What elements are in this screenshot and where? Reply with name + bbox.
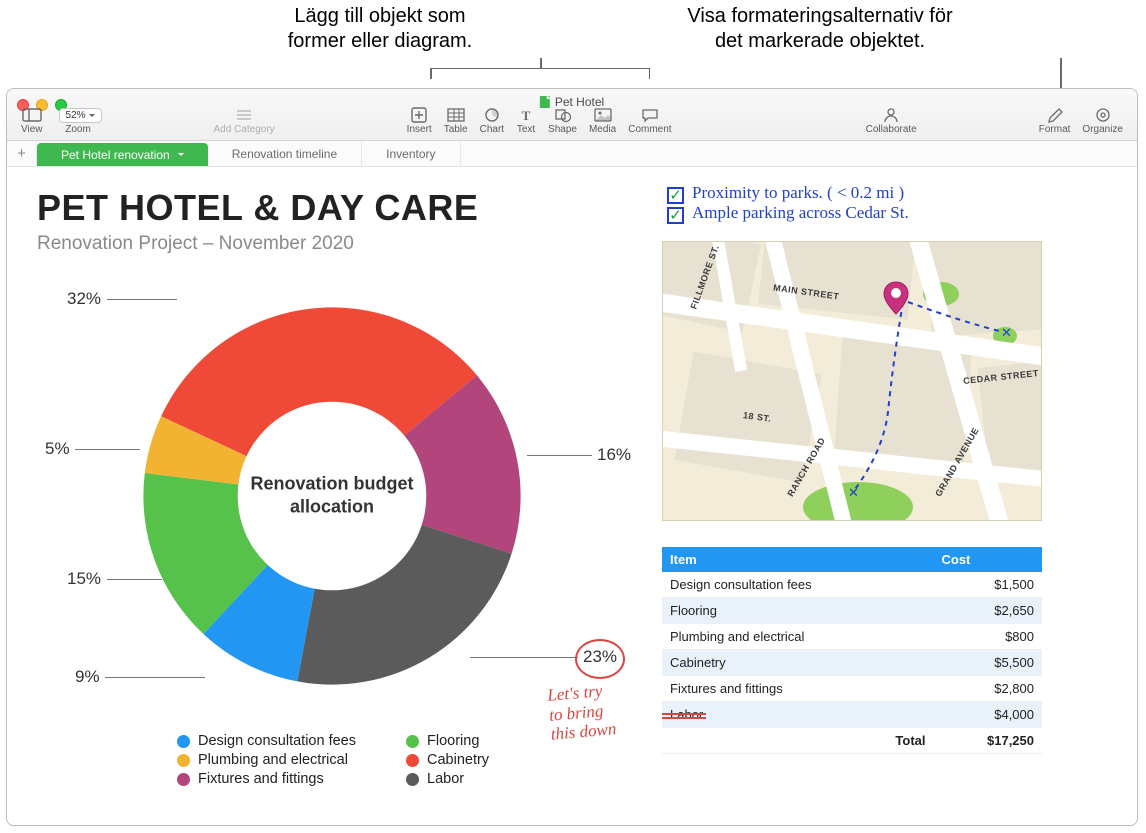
shape-icon	[553, 107, 573, 123]
pct-32: 32%	[67, 289, 101, 309]
table-row[interactable]: Design consultation fees$1,500	[662, 572, 1042, 598]
legend-item: Fixtures and fittings	[177, 771, 356, 787]
media-icon	[593, 107, 613, 123]
legend-item: Labor	[406, 771, 489, 787]
col-item: Item	[662, 547, 934, 572]
pct-15: 15%	[67, 569, 101, 589]
chart-button[interactable]: Chart	[474, 107, 510, 135]
table-header-row: Item Cost	[662, 547, 1042, 572]
collaborate-icon	[881, 107, 901, 123]
checkbox-icon: ✓	[667, 207, 684, 224]
list-icon	[234, 107, 254, 123]
collaborate-button[interactable]: Collaborate	[860, 107, 923, 135]
shape-button[interactable]: Shape	[542, 107, 583, 135]
organize-icon	[1093, 107, 1113, 123]
cost-table[interactable]: Item Cost Design consultation fees$1,500…	[662, 547, 1042, 754]
table-row[interactable]: Cabinetry$5,500	[662, 650, 1042, 676]
page-title: PET HOTEL & DAY CARE	[37, 187, 1107, 229]
toolbar: View 52% Zoom Add Category Insert Table	[7, 107, 1137, 138]
legend-item: Flooring	[406, 733, 489, 749]
text-button[interactable]: T Text	[510, 107, 542, 135]
map-illustration: ✕ ✕ FILLMORE ST. MAIN STREET CEDAR STREE…	[662, 241, 1042, 521]
checklist-item: ✓Ample parking across Cedar St.	[667, 203, 909, 223]
svg-text:✕: ✕	[1001, 325, 1012, 340]
callout-insert: Lägg till objekt somformer eller diagram…	[230, 4, 530, 54]
table-row[interactable]: Plumbing and electrical$800	[662, 624, 1042, 650]
annotation-circle	[575, 639, 625, 679]
organize-button[interactable]: Organize	[1076, 107, 1129, 135]
insert-button[interactable]: Insert	[401, 107, 438, 135]
callout-format: Visa formateringsalternativ fördet marke…	[640, 4, 1000, 54]
legend-item: Design consultation fees	[177, 733, 356, 749]
table-row[interactable]: Labor$4,000	[662, 702, 1042, 728]
donut-chart[interactable]: Renovation budget allocation	[127, 291, 537, 701]
plus-box-icon	[409, 107, 429, 123]
chart-legend: Design consultation fees Flooring Plumbi…	[177, 733, 489, 787]
table-icon	[446, 107, 466, 123]
add-category-button[interactable]: Add Category	[208, 107, 281, 135]
sheet-canvas[interactable]: PET HOTEL & DAY CARE Renovation Project …	[7, 167, 1137, 825]
format-button[interactable]: Format	[1033, 107, 1077, 135]
numbers-window: Pet Hotel View 52% Zoom Add Category Ins…	[6, 88, 1138, 826]
sheet-tab-2[interactable]: Renovation timeline	[208, 141, 362, 166]
titlebar: Pet Hotel View 52% Zoom Add Category Ins…	[7, 89, 1137, 141]
table-row[interactable]: Fixtures and fittings$2,800	[662, 676, 1042, 702]
help-callouts: Lägg till objekt somformer eller diagram…	[0, 0, 1146, 88]
pct-16: 16%	[597, 445, 631, 465]
col-cost: Cost	[934, 547, 1043, 572]
view-icon	[22, 107, 42, 123]
pct-9: 9%	[75, 667, 100, 687]
pct-5: 5%	[45, 439, 70, 459]
add-sheet-button[interactable]: +	[7, 141, 37, 166]
checkbox-icon: ✓	[667, 187, 684, 204]
legend-item: Cabinetry	[406, 752, 489, 768]
handwritten-note: Let's tryto bringthis down	[547, 680, 618, 744]
table-row[interactable]: Flooring$2,650	[662, 598, 1042, 624]
chart-title: Renovation budget allocation	[242, 473, 422, 520]
text-icon: T	[516, 107, 536, 123]
sheet-tabs: + Pet Hotel renovation Renovation timeli…	[7, 141, 1137, 167]
brush-icon	[1045, 107, 1065, 123]
labor-underline-annotation	[662, 713, 706, 721]
comment-button[interactable]: Comment	[622, 107, 677, 135]
checklist-item: ✓Proximity to parks. ( < 0.2 mi )	[667, 183, 909, 203]
table-button[interactable]: Table	[438, 107, 474, 135]
zoom-control[interactable]: 52% Zoom	[49, 108, 108, 135]
legend-item: Plumbing and electrical	[177, 752, 356, 768]
media-button[interactable]: Media	[583, 107, 622, 135]
svg-text:✕: ✕	[848, 485, 859, 500]
sheet-tab-active[interactable]: Pet Hotel renovation	[37, 143, 208, 166]
map-pin-icon	[878, 280, 914, 316]
sheet-tab-3[interactable]: Inventory	[362, 141, 460, 166]
handwritten-checklist: ✓Proximity to parks. ( < 0.2 mi ) ✓Ample…	[667, 183, 909, 223]
callout-bracket-left	[430, 68, 650, 78]
view-button[interactable]: View	[15, 107, 49, 135]
chart-icon	[482, 107, 502, 123]
svg-text:T: T	[522, 108, 531, 123]
comment-icon	[640, 107, 660, 123]
table-total-row: Total $17,250	[662, 728, 1042, 754]
